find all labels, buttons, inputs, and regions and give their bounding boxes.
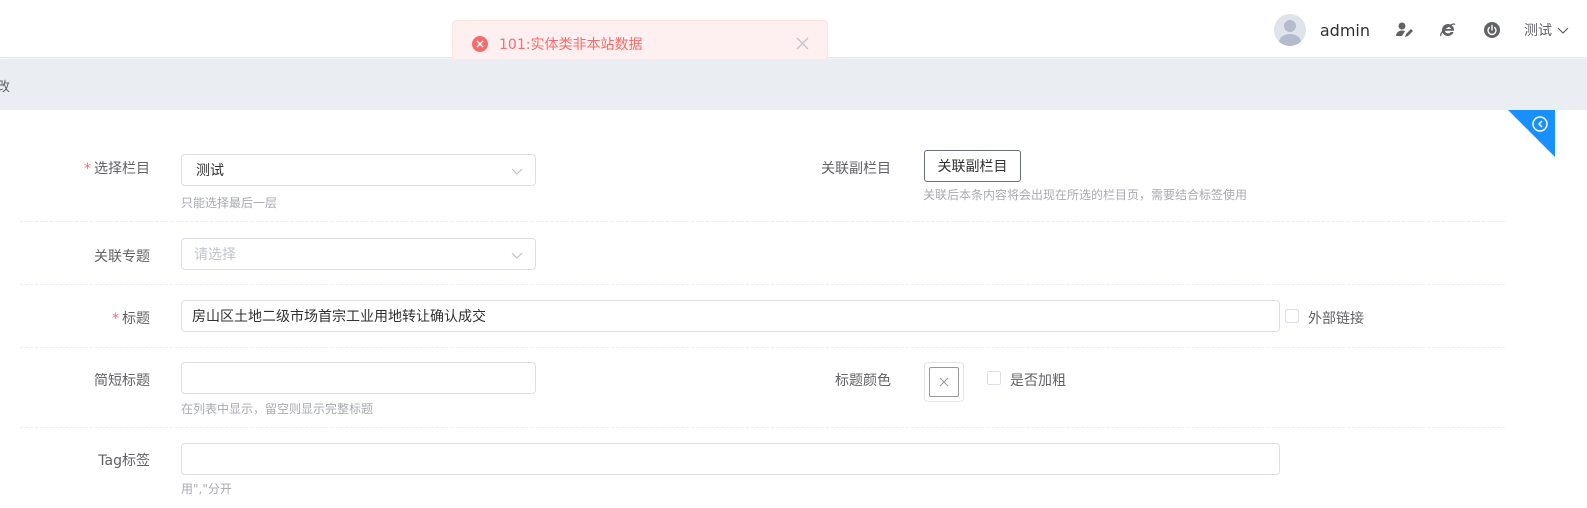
collapse-corner[interactable]: [1508, 110, 1555, 157]
title-input-value: 房山区土地二级市场首宗工业用地转让确认成交: [192, 309, 486, 325]
close-icon: [939, 377, 949, 387]
header-user-area: admin 测试: [1273, 12, 1569, 48]
color-picker-swatch: [929, 367, 959, 397]
short-title-input[interactable]: [181, 362, 536, 394]
tags-input[interactable]: [181, 443, 1280, 475]
external-link-label[interactable]: 外部链接: [1308, 308, 1364, 328]
form-row-column: * 选择栏目 测试 只能选择最后一层 关联副栏目 关联副栏目 关联后本条内容将会出…: [20, 110, 1505, 222]
breadcrumb-bar: 改: [0, 59, 1587, 110]
ie-browser-icon[interactable]: [1438, 20, 1458, 40]
bold-checkbox[interactable]: [987, 371, 1001, 385]
user-edit-icon[interactable]: [1394, 20, 1414, 40]
title-color-picker[interactable]: [924, 362, 964, 402]
close-icon[interactable]: [796, 37, 809, 50]
short-title-hint: 在列表中显示，留空则显示完整标题: [181, 402, 374, 416]
sub-column-label: 关联副栏目: [821, 161, 891, 177]
sub-column-button[interactable]: 关联副栏目: [924, 150, 1021, 182]
form-row-topic: 关联专题 请选择: [20, 222, 1505, 285]
sub-column-hint: 关联后本条内容将会出现在所选的栏目页，需要结合标签使用: [923, 188, 1248, 202]
tags-hint: 用","分开: [181, 482, 232, 496]
power-icon[interactable]: [1482, 20, 1502, 40]
topic-placeholder: 请选择: [194, 247, 236, 263]
breadcrumb: 改: [0, 80, 11, 95]
column-hint: 只能选择最后一层: [181, 196, 278, 210]
title-input[interactable]: 房山区土地二级市场首宗工业用地转让确认成交: [181, 300, 1280, 332]
short-title-label: 简短标题: [94, 373, 150, 389]
chevron-down-icon: [511, 168, 523, 175]
column-select[interactable]: 测试: [181, 154, 536, 186]
chevron-down-icon: [1557, 27, 1569, 34]
form-container: * 选择栏目 测试 只能选择最后一层 关联副栏目 关联副栏目 关联后本条内容将会出…: [0, 110, 1587, 504]
topic-select[interactable]: 请选择: [181, 238, 536, 270]
form-row-short-title: 简短标题 在列表中显示，留空则显示完整标题 标题颜色 是否加粗: [20, 348, 1505, 428]
tags-label: Tag标签: [98, 453, 150, 469]
form-row-tags: Tag标签 用","分开: [20, 428, 1505, 508]
chevron-down-icon: [511, 252, 523, 259]
bold-label[interactable]: 是否加粗: [1010, 370, 1066, 390]
username[interactable]: admin: [1320, 21, 1370, 40]
error-circle-icon: [472, 35, 488, 52]
language-label: 测试: [1524, 23, 1552, 39]
form-row-title: * 标题 房山区土地二级市场首宗工业用地转让确认成交 外部链接: [20, 285, 1505, 348]
external-link-checkbox[interactable]: [1285, 309, 1299, 323]
avatar[interactable]: [1273, 14, 1306, 46]
column-select-value: 测试: [196, 163, 224, 179]
title-color-label: 标题颜色: [835, 373, 891, 389]
language-dropdown[interactable]: 测试: [1524, 20, 1569, 40]
toast-message: 101:实体类非本站数据: [499, 36, 643, 53]
topic-label: 关联专题: [94, 249, 150, 265]
column-label: * 选择栏目: [84, 161, 150, 177]
title-label: * 标题: [112, 311, 150, 327]
